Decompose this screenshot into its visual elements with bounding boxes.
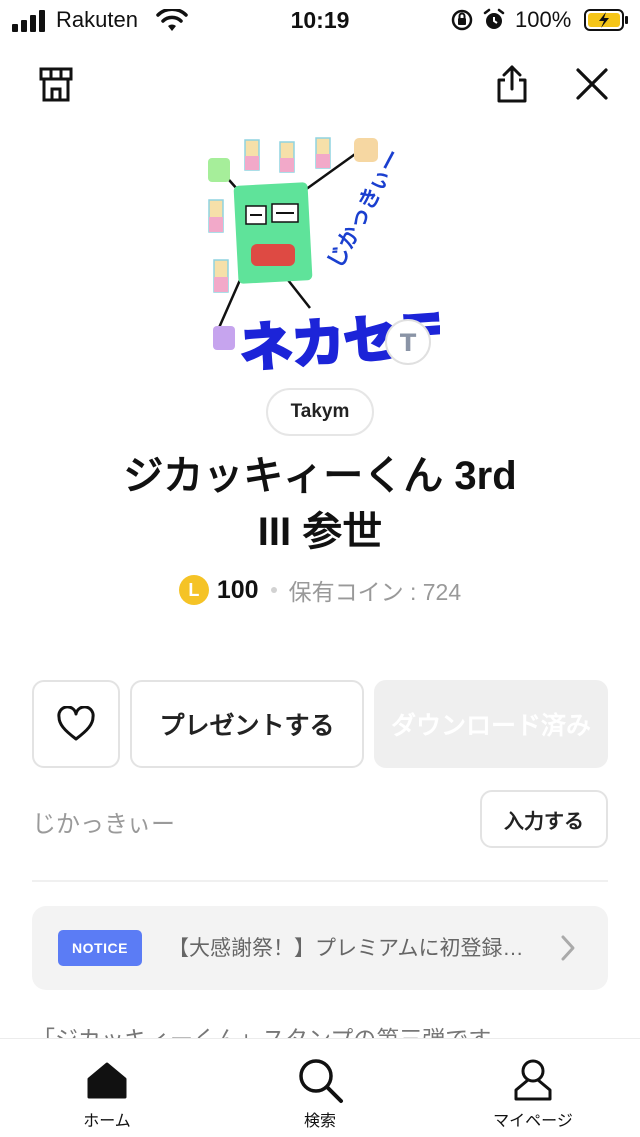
tab-mypage-label: マイページ: [493, 1113, 573, 1130]
sticker-caption: じかっきぃー: [323, 145, 407, 273]
price: 100: [216, 575, 259, 604]
tab-search-label: 検索: [303, 1113, 336, 1130]
downloaded-button[interactable]: ダウンロード済み: [374, 680, 608, 768]
notice-text: 【大感謝祭！】プレミアムに初登録…: [168, 937, 524, 960]
person-icon: [514, 1059, 552, 1101]
author-chip[interactable]: Takym: [266, 388, 374, 436]
share-icon: [497, 65, 527, 103]
share-button[interactable]: [488, 60, 536, 108]
price-row: L 100 保有コイン : 724: [0, 570, 640, 610]
coin-icon: L: [178, 575, 209, 605]
tab-mypage[interactable]: マイページ: [453, 1039, 613, 1137]
custom-text-label: じかっきぃー: [32, 811, 176, 838]
alarm-icon: [483, 8, 505, 29]
owned-coins: 保有コイン : 724: [288, 579, 462, 605]
chevron-right-icon: [561, 935, 575, 961]
tab-home[interactable]: ホーム: [27, 1039, 187, 1137]
battery-icon: [584, 9, 628, 31]
close-button[interactable]: [568, 60, 616, 108]
separator-dot: [270, 587, 277, 593]
home-icon: [87, 1062, 127, 1099]
battery-percent: 100%: [515, 7, 572, 32]
notice-badge: NOTICE: [58, 930, 142, 966]
shop-icon: [39, 67, 73, 102]
sticker-image[interactable]: じかっきぃー ネカセテ T: [200, 130, 452, 382]
title-line-2: III 参世: [257, 510, 383, 554]
like-button[interactable]: [32, 680, 120, 768]
title-line-1: ジカッキィーくん 3rd: [123, 454, 517, 498]
heart-icon: [57, 706, 95, 741]
divider: [32, 880, 608, 882]
search-icon: [299, 1059, 343, 1103]
input-button[interactable]: 入力する: [480, 790, 608, 848]
tab-search[interactable]: 検索: [240, 1039, 400, 1137]
tab-bar: ホーム 検索 マイページ: [0, 1038, 640, 1137]
notice-banner[interactable]: NOTICE 【大感謝祭！】プレミアムに初登録…: [32, 906, 608, 990]
status-bar: Rakuten 10:19 100%: [0, 0, 640, 40]
shop-button[interactable]: [32, 60, 80, 108]
close-icon: [576, 68, 608, 100]
tab-home-label: ホーム: [83, 1113, 131, 1130]
page-title: ジカッキィーくん 3rd III 参世: [40, 448, 600, 560]
sticker-badge: T: [400, 329, 417, 357]
present-button[interactable]: プレゼントする: [130, 680, 364, 768]
rotation-lock-icon: [451, 9, 473, 31]
